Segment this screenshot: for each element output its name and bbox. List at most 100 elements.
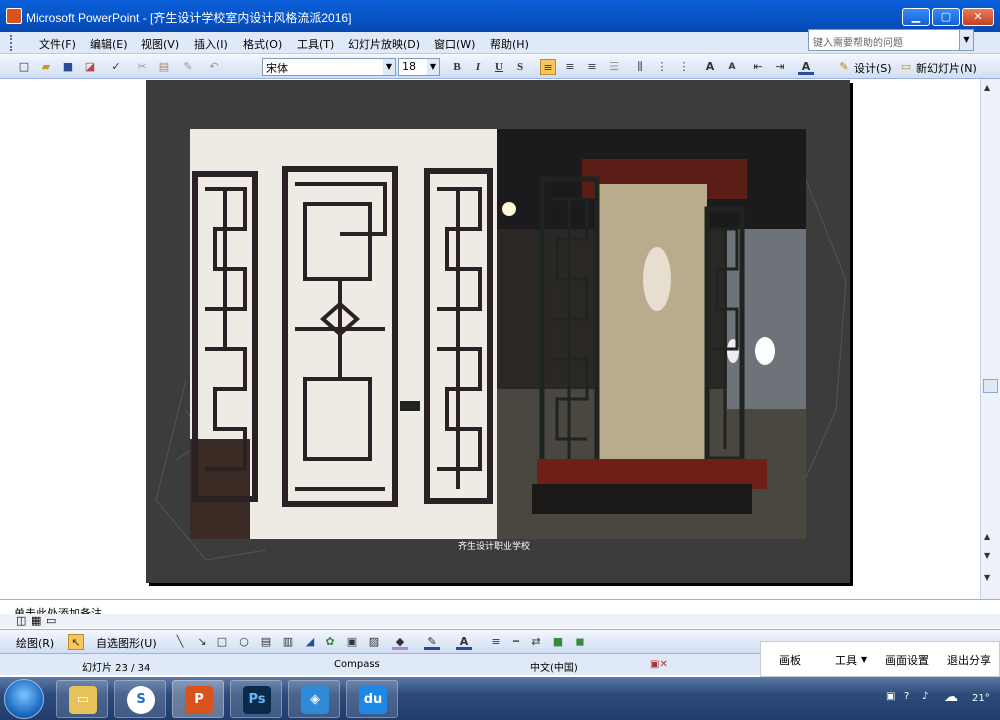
start-button[interactable]: [4, 679, 44, 719]
new-icon[interactable]: □: [16, 59, 32, 75]
status-bar: 幻灯片 23 / 34 Compass 中文(中国) ▣✕: [0, 653, 760, 675]
clipart-icon[interactable]: ▣: [344, 634, 360, 650]
next-slide-icon[interactable]: ▼: [984, 551, 990, 560]
decrease-indent-icon[interactable]: ⇤: [750, 59, 766, 75]
italic-button[interactable]: I: [470, 59, 486, 75]
shadow-style-icon[interactable]: ■: [550, 634, 566, 650]
font-name-select[interactable]: 宋体 ▼: [262, 58, 396, 76]
slideshow-view-icon[interactable]: ▭: [46, 614, 56, 627]
numbering-icon[interactable]: ⋮: [654, 59, 670, 75]
tray-speaker-icon[interactable]: ♪: [922, 691, 928, 702]
menu-view[interactable]: 视图(V): [141, 36, 179, 52]
fill-color-icon[interactable]: ◆: [392, 634, 408, 650]
standard-toolbar: □ ▰ ■ ◪ ✓ ✂ ▤ ✎ ↶ 宋体 ▼ 18 ▼ B I U S ≡ ≡ …: [0, 55, 1000, 79]
align-right-icon[interactable]: ≡: [584, 59, 600, 75]
undo-icon[interactable]: ↶: [206, 59, 222, 75]
textbox-icon[interactable]: ▤: [258, 634, 274, 650]
font-size-select[interactable]: 18 ▼: [398, 58, 440, 76]
taskbar-app[interactable]: ◈: [288, 680, 340, 718]
new-slide-button[interactable]: 新幻灯片(N): [916, 60, 977, 76]
overlay-exit-share-button[interactable]: 退出分享: [947, 652, 991, 668]
maximize-button[interactable]: ▢: [932, 8, 960, 26]
overlay-tools-button[interactable]: 工具: [835, 652, 857, 668]
taskbar-sogou[interactable]: S: [114, 680, 166, 718]
arrow-icon[interactable]: ↘: [194, 634, 210, 650]
line-color-icon[interactable]: ✎: [424, 634, 440, 650]
bullets-icon[interactable]: ⋮: [676, 59, 692, 75]
powerpoint-taskbar-icon: P: [185, 686, 213, 714]
scroll-thumb[interactable]: [983, 379, 998, 393]
size-dropdown-icon[interactable]: ▼: [427, 59, 439, 75]
lattice-panels-photo: [190, 129, 497, 539]
font-color-icon[interactable]: A: [798, 59, 814, 75]
draw-menu-button[interactable]: 绘图(R): [16, 635, 54, 651]
spelling-icon[interactable]: ✓: [108, 59, 124, 75]
menu-insert[interactable]: 插入(I): [194, 36, 228, 52]
rectangle-icon[interactable]: □: [214, 634, 230, 650]
shrink-font-icon[interactable]: A: [724, 59, 740, 75]
select-pointer-icon[interactable]: ↖: [68, 634, 84, 650]
autoshapes-button[interactable]: 自选图形(U): [96, 635, 157, 651]
menu-file[interactable]: 文件(F): [39, 36, 76, 52]
help-search-input[interactable]: 键入需要帮助的问题 ▼: [808, 29, 974, 51]
menu-edit[interactable]: 编辑(E): [90, 36, 128, 52]
scroll-up-icon[interactable]: ▲: [984, 83, 990, 92]
tray-network-icon[interactable]: ▣: [886, 691, 895, 702]
vertical-textbox-icon[interactable]: ▥: [280, 634, 296, 650]
previous-slide-icon[interactable]: ▲: [984, 532, 990, 541]
cut-icon[interactable]: ✂: [134, 59, 150, 75]
grow-font-icon[interactable]: A: [702, 59, 718, 75]
draw-font-color-icon[interactable]: A: [456, 634, 472, 650]
normal-view-icon[interactable]: ◫: [16, 614, 26, 627]
increase-indent-icon[interactable]: ⇥: [772, 59, 788, 75]
menu-slideshow[interactable]: 幻灯片放映(D): [348, 36, 420, 52]
line-style-icon[interactable]: ≡: [488, 634, 504, 650]
help-dropdown-icon[interactable]: ▼: [959, 30, 973, 50]
new-slide-icon[interactable]: ▭: [898, 59, 914, 75]
arrow-style-icon[interactable]: ⇄: [528, 634, 544, 650]
overlay-board-button[interactable]: 画板: [779, 652, 801, 668]
close-button[interactable]: ✕: [962, 8, 994, 26]
weather-icon[interactable]: ☁: [944, 689, 958, 705]
menu-format[interactable]: 格式(O): [243, 36, 282, 52]
underline-button[interactable]: U: [491, 59, 507, 75]
taskbar-explorer[interactable]: ▭: [56, 680, 108, 718]
taskbar-photoshop[interactable]: Ps: [230, 680, 282, 718]
menu-help[interactable]: 帮助(H): [490, 36, 529, 52]
spellcheck-status-icon[interactable]: ▣✕: [650, 659, 668, 670]
vertical-scrollbar[interactable]: ▲ ▲ ▼ ▼: [980, 79, 1000, 599]
oval-icon[interactable]: ○: [236, 634, 252, 650]
taskbar-powerpoint[interactable]: P: [172, 680, 224, 718]
powerpoint-icon: [6, 8, 22, 24]
permission-icon[interactable]: ◪: [82, 59, 98, 75]
design-icon[interactable]: ✎: [836, 59, 852, 75]
columns-icon[interactable]: ⫼: [632, 59, 648, 75]
minimize-button[interactable]: ▁: [902, 8, 930, 26]
shadow-button[interactable]: S: [512, 59, 528, 75]
3d-style-icon[interactable]: ◼: [572, 634, 588, 650]
overlay-tools-dropdown-icon[interactable]: ▼: [861, 655, 867, 664]
menu-window[interactable]: 窗口(W): [434, 36, 475, 52]
tray-help-icon[interactable]: ?: [904, 691, 909, 702]
diagram-icon[interactable]: ✿: [322, 634, 338, 650]
menu-tools[interactable]: 工具(T): [297, 36, 334, 52]
wordart-icon[interactable]: ◢: [302, 634, 318, 650]
save-icon[interactable]: ■: [60, 59, 76, 75]
format-painter-icon[interactable]: ✎: [180, 59, 196, 75]
paste-icon[interactable]: ▤: [156, 59, 172, 75]
distributed-icon[interactable]: ☰: [606, 59, 622, 75]
bold-button[interactable]: B: [449, 59, 465, 75]
font-dropdown-icon[interactable]: ▼: [383, 59, 395, 75]
scroll-down-icon[interactable]: ▼: [984, 573, 990, 582]
dash-style-icon[interactable]: ┅: [508, 634, 524, 650]
picture-icon[interactable]: ▨: [366, 634, 382, 650]
align-center-icon[interactable]: ≡: [562, 59, 578, 75]
title-bar: Microsoft PowerPoint - [齐生设计学校室内设计风格流派20…: [0, 0, 1000, 32]
design-button[interactable]: 设计(S): [854, 60, 892, 76]
taskbar-baidu[interactable]: du: [346, 680, 398, 718]
sorter-view-icon[interactable]: ▦: [31, 614, 41, 627]
overlay-screen-settings-button[interactable]: 画面设置: [885, 652, 929, 668]
open-icon[interactable]: ▰: [38, 59, 54, 75]
align-left-icon[interactable]: ≡: [540, 59, 556, 75]
line-icon[interactable]: ╲: [172, 634, 188, 650]
